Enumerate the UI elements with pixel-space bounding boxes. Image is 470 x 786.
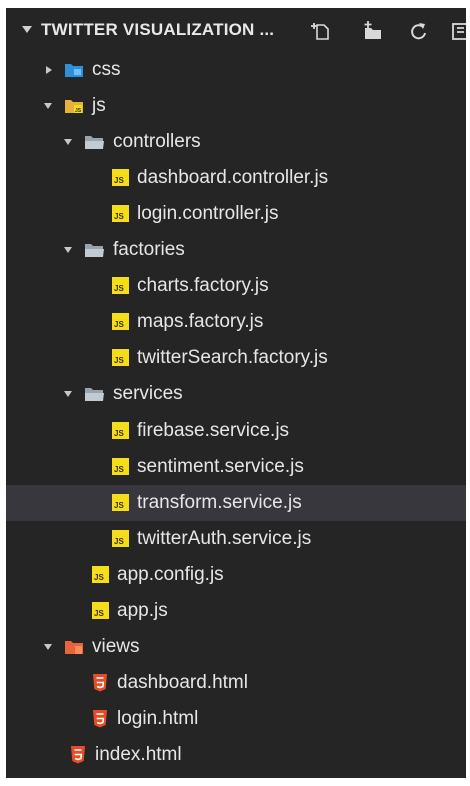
tree-folder-row[interactable]: views: [6, 629, 466, 665]
chevron-down-icon[interactable]: [64, 139, 72, 145]
javascript-file-icon: JS: [112, 349, 129, 366]
folder-open-icon: [84, 133, 104, 151]
collapse-section-chevron-icon[interactable]: [22, 26, 32, 33]
file-name: dashboard.controller.js: [137, 167, 329, 188]
javascript-file-icon: JS: [112, 277, 129, 294]
file-name: charts.factory.js: [137, 275, 269, 296]
javascript-file-icon: JS: [92, 602, 109, 619]
tree-file-row[interactable]: JS sentiment.service.js: [6, 449, 466, 485]
file-explorer-panel: TWITTER VISUALIZATION ... css JS js cont…: [6, 8, 466, 778]
html5-file-icon: [70, 745, 86, 765]
tree-file-row[interactable]: JS dashboard.controller.js: [6, 160, 466, 196]
views-folder-icon: [64, 638, 84, 656]
folder-open-icon: [84, 241, 104, 259]
js-folder-icon: JS: [64, 97, 84, 115]
tree-folder-row[interactable]: services: [6, 376, 466, 412]
css-folder-icon: [64, 61, 84, 79]
chevron-down-icon[interactable]: [64, 247, 72, 253]
tree-folder-row[interactable]: factories: [6, 232, 466, 268]
tree-folder-row[interactable]: JS js: [6, 88, 466, 124]
file-name: sentiment.service.js: [137, 456, 304, 477]
javascript-file-icon: JS: [112, 530, 129, 547]
svg-text:JS: JS: [75, 108, 82, 114]
explorer-header[interactable]: TWITTER VISUALIZATION ...: [6, 8, 466, 52]
javascript-file-icon: JS: [112, 422, 129, 439]
tree-file-row[interactable]: JS firebase.service.js: [6, 413, 466, 449]
folder-name: js: [92, 95, 106, 116]
chevron-right-icon[interactable]: [46, 66, 52, 74]
javascript-file-icon: JS: [92, 566, 109, 583]
javascript-file-icon: JS: [112, 458, 129, 475]
file-name: index.html: [95, 744, 182, 765]
file-name: twitterSearch.factory.js: [137, 347, 328, 368]
tree-file-row[interactable]: dashboard.html: [6, 665, 466, 701]
tree-file-row[interactable]: JS twitterSearch.factory.js: [6, 340, 466, 376]
folder-name: services: [113, 383, 183, 404]
new-file-icon[interactable]: [311, 20, 333, 42]
folder-open-icon: [84, 385, 104, 403]
tree-folder-row[interactable]: css: [6, 52, 466, 88]
file-name: maps.factory.js: [137, 311, 264, 332]
collapse-all-icon[interactable]: [450, 20, 466, 42]
file-name: twitterAuth.service.js: [137, 528, 312, 549]
file-name: login.controller.js: [137, 203, 279, 224]
folder-name: controllers: [113, 131, 201, 152]
tree-file-row[interactable]: JS maps.factory.js: [6, 304, 466, 340]
file-name: login.html: [117, 708, 199, 729]
tree-file-row[interactable]: JS twitterAuth.service.js: [6, 521, 466, 557]
html5-file-icon: [92, 673, 108, 693]
file-name: firebase.service.js: [137, 420, 290, 441]
chevron-down-icon[interactable]: [44, 644, 52, 650]
tree-file-row[interactable]: JS app.js: [6, 593, 466, 629]
chevron-down-icon[interactable]: [44, 103, 52, 109]
file-name: transform.service.js: [137, 492, 302, 513]
tree-file-row[interactable]: login.html: [6, 701, 466, 737]
tree-folder-row[interactable]: controllers: [6, 124, 466, 160]
html5-file-icon: [92, 709, 108, 729]
javascript-file-icon: JS: [112, 205, 129, 222]
new-folder-icon[interactable]: [362, 20, 384, 42]
folder-name: factories: [113, 239, 185, 260]
javascript-file-icon: JS: [112, 494, 129, 511]
tree-file-row[interactable]: JS charts.factory.js: [6, 268, 466, 304]
refresh-icon[interactable]: [408, 20, 430, 42]
javascript-file-icon: JS: [112, 169, 129, 186]
folder-name: css: [92, 59, 121, 80]
javascript-file-icon: JS: [112, 313, 129, 330]
tree-file-row[interactable]: JS transform.service.js: [6, 485, 466, 521]
chevron-down-icon[interactable]: [64, 391, 72, 397]
tree-file-row[interactable]: JS app.config.js: [6, 557, 466, 593]
file-name: app.config.js: [117, 564, 224, 585]
file-name: dashboard.html: [117, 672, 248, 693]
tree-file-row[interactable]: index.html: [6, 737, 466, 773]
project-title: TWITTER VISUALIZATION ...: [41, 20, 275, 39]
tree-file-row[interactable]: JS login.controller.js: [6, 196, 466, 232]
folder-name: views: [92, 636, 140, 657]
file-name: app.js: [117, 600, 168, 621]
